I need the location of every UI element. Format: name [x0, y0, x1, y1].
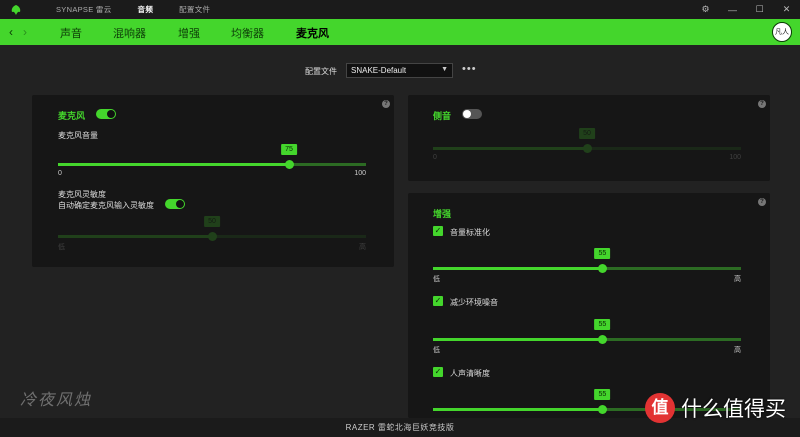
forward-arrow-icon[interactable]: ›: [18, 25, 32, 39]
mic-sensitivity-slider: 50 低 高: [58, 216, 366, 251]
slider-max-label: 高: [359, 244, 366, 251]
mic-volume-slider[interactable]: 75 0 100: [58, 144, 366, 177]
brand-logo: 值 什么值得买: [645, 393, 786, 423]
help-icon[interactable]: ?: [758, 100, 766, 108]
tab-profiles[interactable]: 配置文件: [179, 4, 210, 15]
slider-max-label: 100: [354, 170, 366, 177]
slider-knob[interactable]: [284, 160, 294, 169]
settings-gear-icon[interactable]: ⚙: [692, 4, 719, 15]
nav-tab-enhance[interactable]: 增强: [178, 25, 200, 41]
nav-tab-microphone[interactable]: 麦克风: [296, 25, 329, 41]
tab-synapse[interactable]: SYNAPSE 雷云: [56, 4, 112, 15]
slider-fill: [433, 147, 587, 150]
mic-sensitivity-label: 麦克风灵敏度: [58, 190, 106, 199]
razer-logo-icon: [6, 0, 26, 19]
profile-row: 配置文件 SNAKE-Default ▼ •••: [0, 63, 800, 79]
slider-value-bubble: 55: [594, 248, 611, 259]
title-bar: SYNAPSE 雷云 音频 配置文件 ⚙ — ☐ ✕: [0, 0, 800, 19]
mic-volume-label: 麦克风音量: [58, 131, 98, 140]
slider-min-label: 0: [58, 170, 62, 177]
slider-value-bubble: 55: [594, 319, 611, 330]
slider-value-bubble: 75: [281, 144, 297, 155]
help-icon[interactable]: ?: [758, 198, 766, 206]
close-button[interactable]: ✕: [773, 4, 800, 15]
sidetone-slider: 50 0 100: [433, 128, 741, 161]
profile-dropdown[interactable]: SNAKE-Default ▼: [346, 63, 453, 78]
slider-value-bubble: 50: [579, 128, 595, 139]
volume-normalization-checkbox[interactable]: ✓: [433, 226, 443, 236]
brand-badge-icon: 值: [645, 393, 675, 423]
nav-tab-equalizer[interactable]: 均衡器: [231, 25, 264, 41]
brand-text: 什么值得买: [681, 398, 786, 421]
sidetone-toggle[interactable]: [462, 109, 482, 119]
microphone-title: 麦克风: [58, 111, 86, 121]
slider-knob: [582, 144, 592, 153]
help-icon[interactable]: ?: [382, 100, 390, 108]
nav-tab-mixer[interactable]: 混响器: [113, 25, 146, 41]
slider-min-label: 0: [433, 154, 437, 161]
chevron-down-icon: ▼: [441, 66, 448, 73]
slider-min-label: 低: [58, 244, 65, 251]
nav-tab-sound[interactable]: 声音: [60, 25, 82, 41]
watermark: 冷夜风烛: [20, 390, 93, 409]
slider-fill: [433, 338, 603, 341]
slider-max-label: 高: [734, 347, 741, 354]
voice-clarity-checkbox[interactable]: ✓: [433, 367, 443, 377]
enhancement-panel: ? 增强 ✓ 音量标准化 55 低 高 ✓ 减少环境噪音 55 低 高 ✓ 人声…: [408, 193, 770, 418]
slider-fill: [433, 408, 603, 411]
microphone-panel: ? 麦克风 麦克风音量 75 0 100 麦克风灵敏度 自动确定麦克风输入灵敏度…: [32, 95, 394, 267]
maximize-button[interactable]: ☐: [746, 4, 773, 15]
enhancement-title: 增强: [433, 209, 452, 219]
slider-knob[interactable]: [597, 264, 607, 273]
sidetone-panel: ? 侧音 50 0 100: [408, 95, 770, 181]
nav-bar: ‹ › 声音 混响器 增强 均衡器 麦克风 凡人: [0, 19, 800, 45]
auto-sensitivity-label: 自动确定麦克风输入灵敏度: [58, 201, 154, 210]
volume-normalization-slider[interactable]: 55 低 高: [433, 248, 741, 283]
slider-max-label: 100: [729, 154, 741, 161]
slider-fill: [58, 163, 289, 166]
noise-reduction-label: 减少环境噪音: [450, 298, 498, 307]
slider-knob: [207, 232, 217, 241]
slider-min-label: 低: [433, 347, 440, 354]
minimize-button[interactable]: —: [719, 5, 746, 15]
noise-reduction-checkbox[interactable]: ✓: [433, 296, 443, 306]
slider-value-bubble: 55: [594, 389, 611, 400]
noise-reduction-slider[interactable]: 55 低 高: [433, 319, 741, 354]
more-options-button[interactable]: •••: [462, 63, 477, 75]
auto-sensitivity-toggle[interactable]: [165, 199, 185, 209]
volume-normalization-label: 音量标准化: [450, 228, 490, 237]
slider-knob[interactable]: [597, 405, 607, 414]
slider-value-bubble: 50: [204, 216, 220, 227]
slider-fill: [58, 235, 212, 238]
microphone-toggle[interactable]: [96, 109, 116, 119]
voice-clarity-label: 人声清晰度: [450, 369, 490, 378]
profile-value: SNAKE-Default: [351, 66, 407, 75]
tab-audio[interactable]: 音频: [138, 4, 154, 15]
avatar[interactable]: 凡人: [772, 22, 792, 42]
back-arrow-icon[interactable]: ‹: [4, 25, 18, 39]
slider-max-label: 高: [734, 276, 741, 283]
slider-knob[interactable]: [597, 335, 607, 344]
slider-fill: [433, 267, 603, 270]
profile-label: 配置文件: [305, 67, 337, 76]
sidetone-title: 侧音: [433, 111, 452, 121]
slider-min-label: 低: [433, 276, 440, 283]
